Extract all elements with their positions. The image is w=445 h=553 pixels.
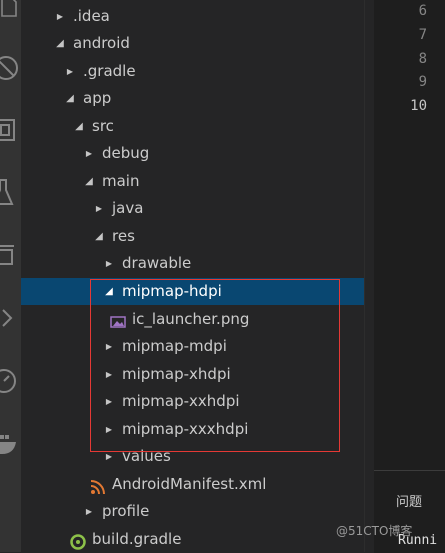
tree-item-androidmanifest-xml[interactable]: AndroidManifest.xml: [21, 471, 364, 498]
tree-item-main[interactable]: ◢ main: [21, 168, 364, 195]
tree-item-label: AndroidManifest.xml: [112, 475, 267, 493]
chevron-right-icon[interactable]: ▶: [102, 416, 116, 443]
tree-item-label: profile: [102, 502, 150, 520]
bottom-panel: 问题 Runni: [374, 470, 445, 553]
tree-item-label: mipmap-xxxhdpi: [122, 420, 249, 438]
editor-gutter: 6 7 8 9 10: [374, 0, 445, 470]
tree-item-mipmap-xxhdpi[interactable]: ▶ mipmap-xxhdpi: [21, 388, 364, 415]
tree-item-build-gradle[interactable]: build.gradle: [21, 526, 364, 552]
chevron-down-icon[interactable]: ◢: [102, 278, 116, 305]
tree-item-label: ic_launcher.png: [132, 310, 250, 328]
chevron-right-icon[interactable]: ▶: [82, 498, 96, 525]
tree-item-mipmap-xhdpi[interactable]: ▶ mipmap-xhdpi: [21, 361, 364, 388]
line-number: 10: [410, 98, 427, 114]
chevron-right-icon[interactable]: ▶: [92, 195, 106, 222]
chevron-down-icon[interactable]: ◢: [53, 30, 67, 57]
chevron-right-icon[interactable]: ▶: [102, 388, 116, 415]
tree-item-debug[interactable]: ▶ debug: [21, 140, 364, 167]
tree-item-android[interactable]: ◢ android: [21, 30, 364, 57]
chevron-right-icon[interactable]: [0, 298, 21, 338]
activity-bar: [0, 0, 21, 552]
tree-item-label: mipmap-mdpi: [122, 337, 227, 355]
tree-item-label: mipmap-xxhdpi: [122, 392, 240, 410]
chevron-right-icon[interactable]: ▶: [102, 333, 116, 360]
tree-item-label: .gradle: [83, 62, 136, 80]
chevron-right-icon[interactable]: ▶: [102, 250, 116, 277]
tree-item-label: res: [112, 227, 135, 245]
tree-item-idea[interactable]: ▶ .idea: [21, 3, 364, 30]
chevron-right-icon[interactable]: ▶: [102, 361, 116, 388]
tree-item-label: mipmap-xhdpi: [122, 365, 231, 383]
tree-item-app[interactable]: ◢ app: [21, 85, 364, 112]
file-explorer: ▶ .idea ◢ android ▶ .gradle ◢ app ◢ src ▶ debug ◢ mai…: [21, 0, 364, 552]
flask-icon[interactable]: [0, 172, 21, 212]
tree-item-ic-launcher-png[interactable]: ic_launcher.png: [21, 306, 364, 333]
chevron-down-icon[interactable]: ◢: [82, 168, 96, 195]
tree-item-values[interactable]: ▶ values: [21, 443, 364, 470]
tree-item-drawable[interactable]: ▶ drawable: [21, 250, 364, 277]
tree-item-label: android: [73, 34, 130, 52]
cards-icon[interactable]: [0, 236, 21, 276]
tree-item-res[interactable]: ◢ res: [21, 223, 364, 250]
tree-item-profile[interactable]: ▶ profile: [21, 498, 364, 525]
tree-item-gradle[interactable]: ▶ .gradle: [21, 58, 364, 85]
tree-item-mipmap-xxxhdpi[interactable]: ▶ mipmap-xxxhdpi: [21, 416, 364, 443]
extensions-blocked-icon[interactable]: [0, 48, 21, 88]
chevron-right-icon[interactable]: ▶: [63, 58, 77, 85]
chevron-right-icon[interactable]: ▶: [82, 140, 96, 167]
tree-item-label: java: [112, 199, 144, 217]
rss-xml-icon: [90, 477, 106, 495]
extensions-icon[interactable]: [0, 110, 21, 150]
chevron-down-icon[interactable]: ◢: [92, 223, 106, 250]
tree-item-label: drawable: [122, 254, 192, 272]
tree-item-mipmap-mdpi[interactable]: ▶ mipmap-mdpi: [21, 333, 364, 360]
tree-item-label: src: [92, 117, 114, 135]
explorer-icon[interactable]: [0, 0, 21, 32]
line-number: 9: [418, 74, 427, 90]
tree-item-label: main: [102, 172, 140, 190]
tree-item-label: debug: [102, 144, 150, 162]
gradle-icon: [70, 532, 86, 550]
line-number: 6: [418, 3, 427, 19]
chevron-right-icon[interactable]: ▶: [53, 3, 67, 30]
tree-item-label: mipmap-hdpi: [122, 282, 222, 300]
line-number: 8: [418, 51, 427, 67]
timer-icon[interactable]: [0, 360, 21, 400]
tree-item-label: app: [83, 89, 112, 107]
watermark: @51CTO博客: [336, 524, 413, 538]
tree-item-mipmap-hdpi[interactable]: ◢ mipmap-hdpi: [21, 278, 364, 305]
chevron-down-icon[interactable]: ◢: [63, 85, 77, 112]
tree-item-label: values: [122, 447, 171, 465]
image-file-icon: [110, 312, 126, 328]
chevron-right-icon[interactable]: ▶: [102, 443, 116, 470]
tree-item-src[interactable]: ◢ src: [21, 113, 364, 140]
tree-item-java[interactable]: ▶ java: [21, 195, 364, 222]
tree-item-label: build.gradle: [92, 530, 182, 548]
tree-item-label: .idea: [73, 7, 110, 25]
chevron-down-icon[interactable]: ◢: [72, 113, 86, 140]
tab-problems[interactable]: 问题: [396, 491, 422, 510]
line-number: 7: [418, 27, 427, 43]
docker-icon[interactable]: [0, 420, 21, 460]
